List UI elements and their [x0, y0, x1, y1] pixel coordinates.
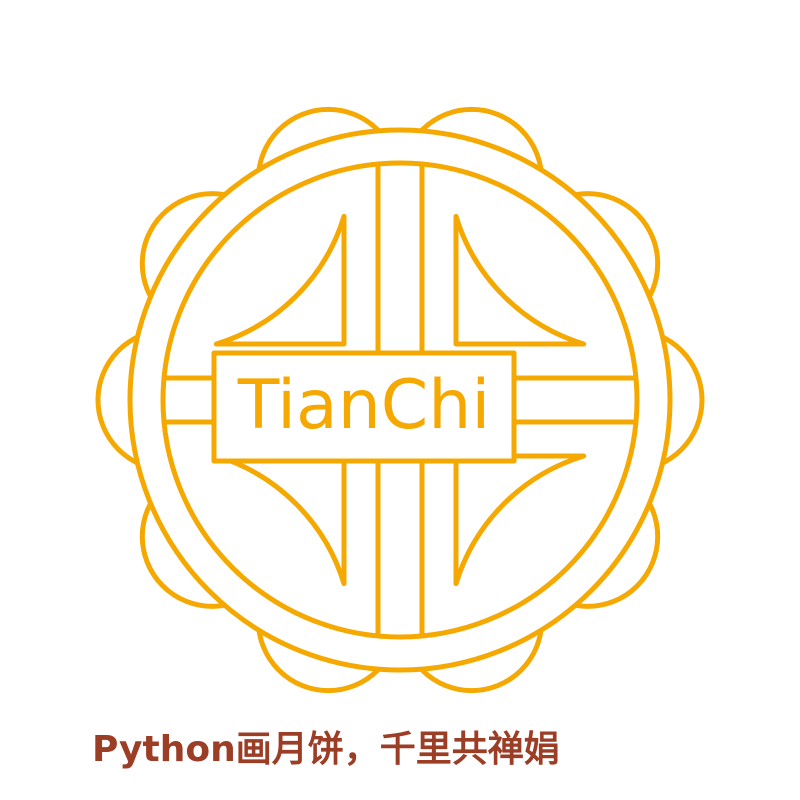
- mooncake-drawing: TianChi: [95, 106, 705, 694]
- page-caption: Python画月饼，千里共禅娟: [92, 729, 560, 770]
- logo-text: TianChi: [237, 366, 491, 445]
